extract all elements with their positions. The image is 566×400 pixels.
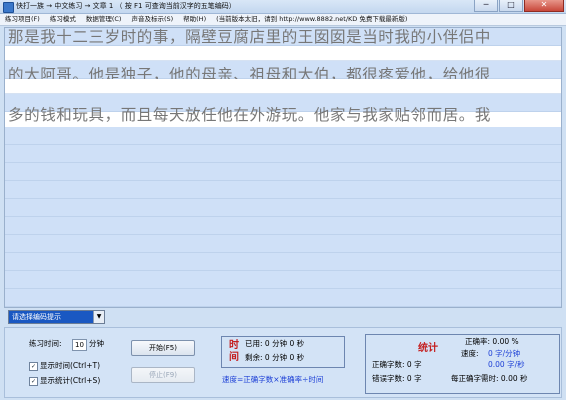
menu-update-notice[interactable]: (当前版本太旧，请到 http://www.8882.net/KD 免费下载最新…	[211, 14, 412, 25]
control-panel: 练习时间: 10 分钟 ✓ 显示时间(Ctrl+T) ✓ 显示统计(Ctrl+S…	[4, 327, 562, 398]
minimize-button[interactable]: ─	[474, 0, 498, 12]
input-row[interactable]	[5, 79, 561, 94]
window-title: 快打一族 → 中文练习 → 文章 1 （ 按 F1 可查询当前汉字的五笔编码）	[16, 2, 236, 10]
menu-practice-items[interactable]: 练习项目(F)	[0, 14, 45, 25]
accuracy: 正确率: 0.00 %	[465, 337, 519, 346]
input-row[interactable]	[5, 46, 561, 61]
text-row	[5, 217, 561, 235]
stop-button[interactable]: 停止(F9)	[131, 367, 195, 383]
speed-label: 速度:	[461, 349, 479, 358]
stats-title: 统计	[418, 343, 438, 354]
show-time-label: 显示时间(Ctrl+T)	[40, 361, 101, 370]
maximize-button[interactable]: □	[499, 0, 523, 12]
close-button[interactable]: ✕	[524, 0, 564, 12]
show-stats-checkbox[interactable]: ✓	[29, 377, 38, 386]
encoding-select-value: 请选择编码提示	[12, 313, 61, 321]
dropdown-arrow-icon[interactable]: ▼	[93, 311, 104, 323]
speed-per-minute: 0 字/分钟	[488, 349, 521, 358]
menu-sound[interactable]: 声音及标示(S)	[126, 14, 178, 25]
text-row	[5, 271, 561, 289]
error-count: 错误字数: 0 字	[372, 374, 422, 383]
title-bar: 快打一族 → 中文练习 → 文章 1 （ 按 F1 可查询当前汉字的五笔编码） …	[0, 0, 566, 14]
typing-area[interactable]: 那是我十二三岁时的事，隔壁豆腐店里的王囡囡是当时我的小伴侣中 的大阿哥。他是独子…	[4, 27, 562, 308]
text-row	[5, 235, 561, 253]
text-row	[5, 289, 561, 307]
app-icon	[3, 2, 14, 13]
encoding-select[interactable]: 请选择编码提示 ▼	[8, 310, 105, 324]
speed-per-second: 0.00 字/秒	[488, 360, 525, 369]
text-line: 那是我十二三岁时的事，隔壁豆腐店里的王囡囡是当时我的小伴侣中	[8, 28, 492, 46]
text-row	[5, 253, 561, 271]
practice-time-unit: 分钟	[89, 339, 104, 348]
show-time-checkbox[interactable]: ✓	[29, 362, 38, 371]
time-used: 已用: 0 分钟 0 秒	[245, 339, 305, 348]
time-remaining: 剩余: 0 分钟 0 秒	[245, 353, 305, 362]
correct-count: 正确字数: 0 字	[372, 360, 422, 369]
time-title: 时间	[229, 340, 239, 363]
menu-data-management[interactable]: 数据管理(C)	[81, 14, 127, 25]
menu-bar: 练习项目(F) 练习模式 数据管理(C) 声音及标示(S) 帮助(H) (当前版…	[0, 14, 566, 26]
text-row	[5, 127, 561, 145]
text-row	[5, 181, 561, 199]
text-row	[5, 199, 561, 217]
menu-help[interactable]: 帮助(H)	[178, 14, 211, 25]
start-button[interactable]: 开始(F5)	[131, 340, 195, 356]
text-row	[5, 163, 561, 181]
show-stats-label: 显示统计(Ctrl+S)	[40, 376, 101, 385]
practice-time-input[interactable]: 10	[72, 339, 87, 351]
speed-formula: 速度=正确字数×准确率÷时间	[222, 375, 324, 384]
time-per-char: 每正确字需时: 0.00 秒	[451, 374, 528, 383]
text-row	[5, 145, 561, 163]
menu-practice-mode[interactable]: 练习模式	[45, 14, 81, 25]
text-line: 多的钱和玩具，而且每天放任他在外游玩。他家与我家贴邻而居。我	[8, 106, 492, 124]
practice-time-label: 练习时间:	[29, 339, 62, 348]
window-controls: ─ □ ✕	[473, 0, 564, 12]
